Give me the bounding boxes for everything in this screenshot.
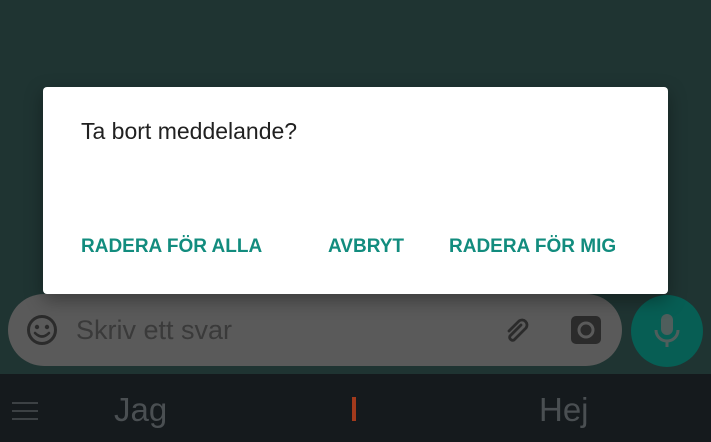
suggestion-divider: [352, 397, 356, 421]
keyboard-suggestion-1[interactable]: Jag: [114, 388, 167, 432]
paperclip-icon[interactable]: [500, 313, 534, 347]
emoji-icon[interactable]: [26, 314, 58, 346]
delete-message-dialog: Ta bort meddelande? RADERA FÖR ALLA AVBR…: [43, 87, 668, 294]
hamburger-menu-icon[interactable]: [12, 400, 38, 422]
message-input[interactable]: Skriv ett svar: [76, 312, 476, 348]
delete-for-all-button[interactable]: RADERA FÖR ALLA: [81, 231, 262, 263]
delete-for-me-button[interactable]: RADERA FÖR MIG: [449, 231, 616, 263]
microphone-icon: [654, 314, 680, 347]
dialog-message: Ta bort meddelande?: [81, 118, 298, 144]
keyboard-suggestion-2[interactable]: Hej: [539, 388, 589, 432]
microphone-button[interactable]: [631, 295, 703, 367]
cancel-button[interactable]: AVBRYT: [328, 231, 404, 263]
camera-icon[interactable]: [569, 314, 603, 346]
